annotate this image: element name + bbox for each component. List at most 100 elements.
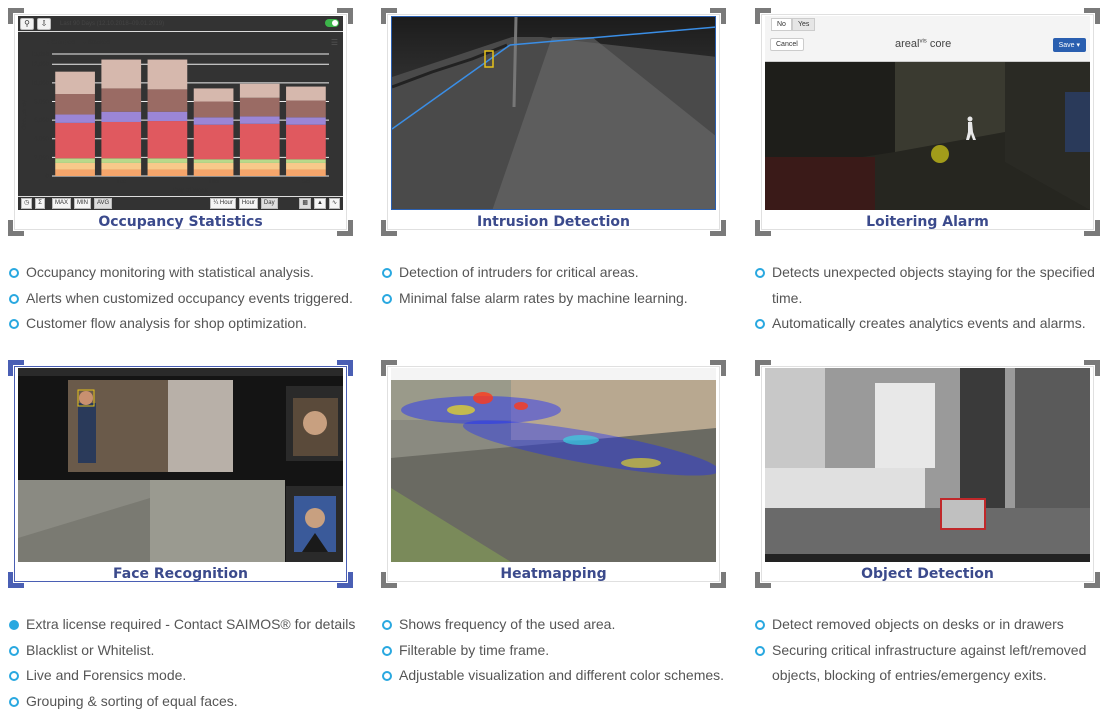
list-item-text: Detect removed objects on desks or in dr… [772,616,1064,632]
bullet-circle-icon [382,293,392,304]
day-button[interactable]: Day [260,198,278,209]
bar-segment [147,111,188,122]
bar-segment [286,100,326,118]
y-tick-label: 0 [46,174,50,180]
brand-sup: vis [919,38,927,45]
bar-segment [193,88,234,102]
save-label: Save [1058,42,1075,49]
live-toggle[interactable] [325,19,339,27]
bullet-circle-icon [755,319,765,329]
bar-segment [147,121,188,159]
clock-icon[interactable]: ◷ [21,198,33,209]
intrusion-camera-image [391,16,716,210]
bullet-circle-icon [9,293,19,304]
bullet-circle-icon [382,268,392,278]
list-item: Live and Forensics mode. [9,663,359,689]
bar-segment [286,159,326,163]
list-item: Detects unexpected objects staying for t… [755,260,1105,311]
hour-button[interactable]: Hour [238,198,258,209]
tab-yes[interactable]: Yes [791,18,816,31]
heatmap-screenshot [391,368,716,562]
quarter-hour-button[interactable]: ¼ Hour [210,198,236,209]
list-item-text: Minimal false alarm rates by machine lea… [399,289,688,306]
list-item: Customer flow analysis for shop optimiza… [9,311,359,337]
loitering-header: No Yes Cancel arealvis core Save ▾ [765,16,1090,62]
bar-segment [55,162,95,170]
card-caption[interactable]: Heatmapping [381,566,726,582]
list-item-text: Blacklist or Whitelist. [26,641,155,658]
line-chart-icon[interactable]: ∿ [328,198,340,209]
card-face-recognition[interactable]: Face Recognition [8,360,353,588]
search-icon[interactable]: ⚲ [20,17,34,30]
bar-segment [147,89,188,112]
card-caption[interactable]: Object Detection [755,566,1100,582]
list-item: Minimal false alarm rates by machine lea… [382,286,732,312]
card-occupancy-statistics[interactable]: ⚲ ⇩ Last 90 Days (12.10.2018–09.01.2019)… [8,8,353,236]
list-item: Extra license required - Contact SAIMOS®… [9,612,359,638]
card-intrusion-detection[interactable]: Intrusion Detection [381,8,726,236]
card-loitering-alarm[interactable]: No Yes Cancel arealvis core Save ▾ Loite… [755,8,1100,236]
bar-segment [147,162,188,170]
list-item-text: Extra license required - Contact SAIMOS®… [26,616,356,632]
occupancy-toolbar: ⚲ ⇩ Last 90 Days (12.10.2018–09.01.2019) [18,16,343,32]
bullet-circle-icon [382,645,392,656]
feature-list-object-detection: Detect removed objects on desks or in dr… [755,612,1105,689]
bar-chart-icon[interactable]: ▩ [299,198,312,209]
card-object-detection[interactable]: Object Detection [755,360,1100,588]
max-button[interactable]: MAX [51,198,71,209]
occupancy-chart: 0 2,000 4,000 6,000 8,000 10,000 12,000 13,096 T… [22,52,329,194]
download-icon[interactable]: ⇩ [37,17,51,30]
min-button[interactable]: MIN [73,198,91,209]
card-caption[interactable]: Occupancy Statistics [8,214,353,230]
list-item: Filterable by time frame. [382,638,732,664]
loitering-screenshot: No Yes Cancel arealvis core Save ▾ [765,16,1090,210]
bullet-circle-icon [382,620,392,630]
list-item-text: Securing critical infrastructure against… [772,641,1087,684]
bar-segment [239,169,280,176]
list-item-text: Occupancy monitoring with statistical an… [26,264,314,280]
bar-segment [193,169,234,176]
list-item-text: Automatically creates analytics events a… [772,315,1086,331]
list-item-text: Shows frequency of the used area. [399,616,616,632]
list-item-text: Filterable by time frame. [399,641,550,658]
object-detection-scene [765,368,1090,562]
bar-segment [239,116,280,124]
bar-segment [55,169,95,176]
brand-tail: core [926,38,952,50]
yes-no-tabs: No Yes [771,18,816,31]
bar-segment [101,88,142,112]
card-caption[interactable]: Intrusion Detection [381,214,726,230]
bar-segment [101,111,142,122]
brand-name: areal [895,38,920,50]
sum-icon[interactable]: Σ [35,198,45,209]
y-tick-label: 10,000 [31,81,50,87]
bar-segment [101,59,142,89]
bar-segment [101,158,142,163]
area-chart-icon[interactable]: ▲ [314,198,326,209]
list-item-text: Live and Forensics mode. [26,667,187,683]
bar-segment [193,101,234,118]
list-item: Detection of intruders for critical area… [382,260,732,286]
feature-list-intrusion: Detection of intruders for critical area… [382,260,732,311]
card-caption[interactable]: Loitering Alarm [755,214,1100,230]
y-tick-label: 12,000 [31,62,50,68]
bar-segment [101,162,142,170]
bar-segment [193,159,234,163]
brand-logo: arealvis core [895,38,951,50]
save-button[interactable]: Save ▾ [1052,38,1086,52]
feature-list-occupancy: Occupancy monitoring with statistical an… [9,260,359,337]
cancel-button[interactable]: Cancel [770,38,804,51]
tab-no[interactable]: No [771,18,792,31]
bar-segment [239,123,280,160]
list-item: Grouping & sorting of equal faces. [9,689,359,715]
bar-segment [286,86,326,101]
avg-button[interactable]: AVG [93,198,113,209]
card-heatmapping[interactable]: Heatmapping [381,360,726,588]
date-range-label[interactable]: Last 90 Days (12.10.2018–09.01.2019) [60,21,164,27]
bullet-circle-icon [9,268,19,278]
list-item-text: Adjustable visualization and different c… [399,667,725,683]
bar-segment [286,162,326,170]
card-caption[interactable]: Face Recognition [8,566,353,582]
list-item-text: Grouping & sorting of equal faces. [26,692,238,709]
y-tick-label: 8,000 [34,99,50,105]
